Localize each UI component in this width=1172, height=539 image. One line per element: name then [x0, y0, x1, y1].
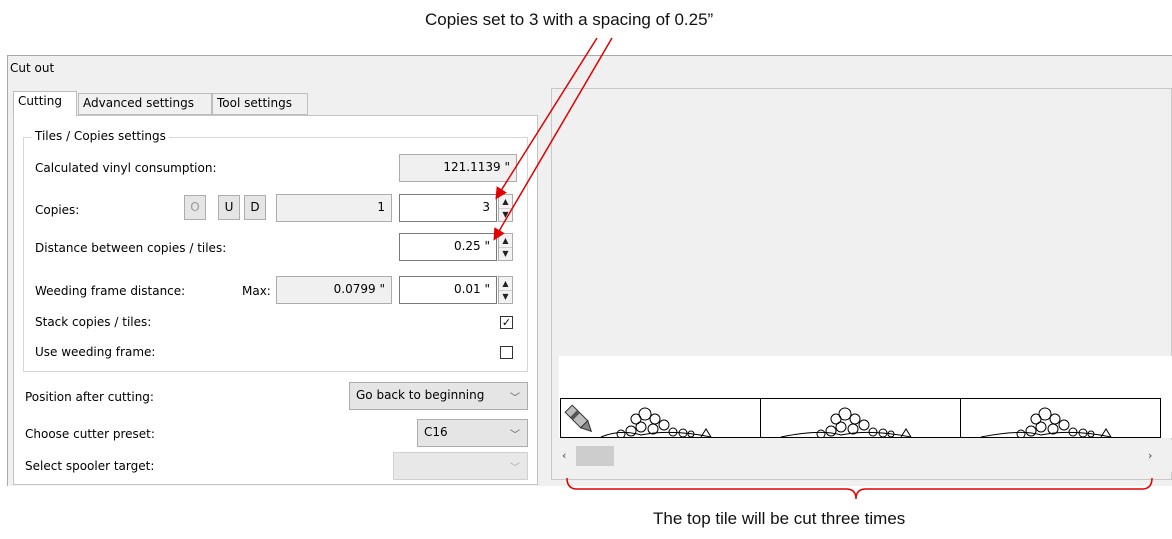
arrow-to-distance — [493, 37, 613, 241]
tab-cutting[interactable]: Cutting — [13, 91, 77, 116]
annotation-overlay — [493, 37, 1153, 500]
arrow-to-copies — [495, 37, 598, 200]
bracket-annotation — [566, 477, 1153, 500]
